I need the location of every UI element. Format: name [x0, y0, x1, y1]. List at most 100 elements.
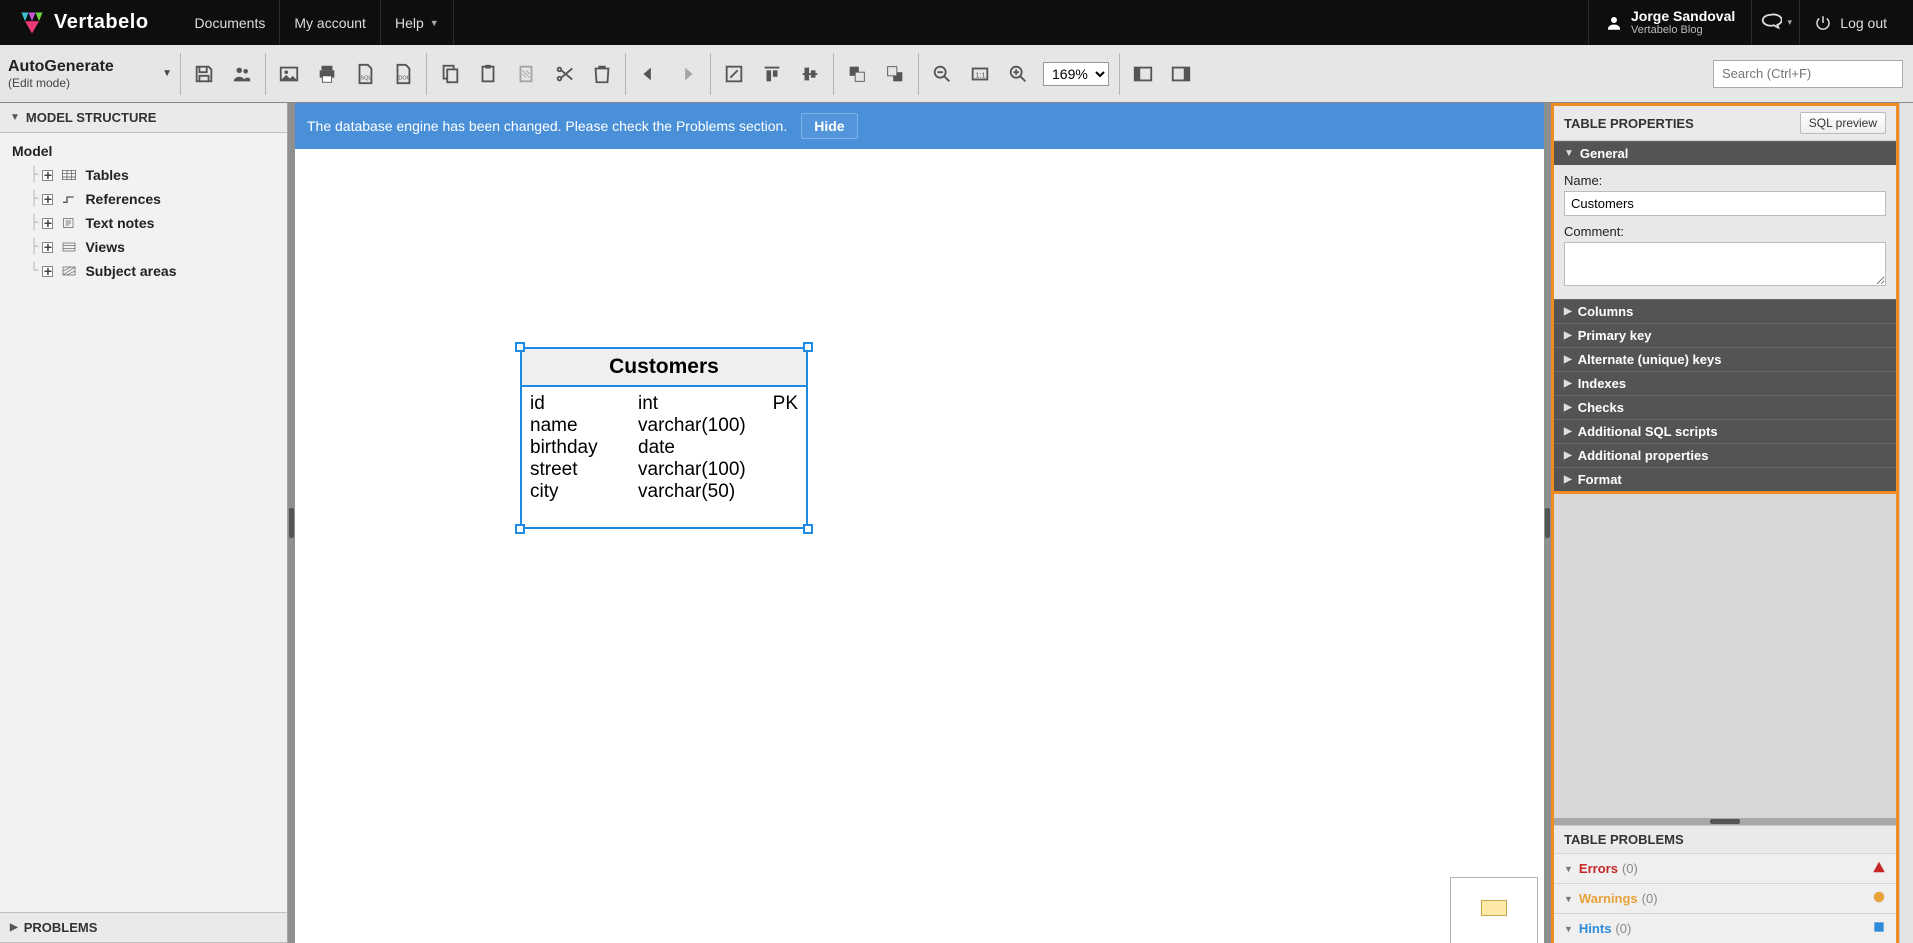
bring-front-icon — [846, 63, 868, 85]
tree-item-label: References — [85, 191, 161, 207]
resize-handle[interactable] — [515, 524, 525, 534]
right-panel-head: TABLE PROPERTIES SQL preview — [1554, 106, 1896, 141]
grip-icon — [1710, 819, 1740, 824]
paste-pattern-icon — [515, 63, 537, 85]
logo[interactable]: Vertabelo — [0, 0, 167, 45]
right-scrollbar[interactable] — [1899, 103, 1913, 943]
send-back-icon — [884, 63, 906, 85]
sql-preview-button[interactable]: SQL preview — [1800, 112, 1886, 134]
nav-help[interactable]: Help ▼ — [381, 0, 454, 45]
redo-button[interactable] — [670, 57, 704, 91]
zoom-out-button[interactable] — [925, 57, 959, 91]
section-additional-properties[interactable]: ▶Additional properties — [1554, 443, 1896, 467]
reference-icon — [61, 193, 77, 205]
user-name: Jorge Sandoval — [1631, 9, 1735, 24]
save-button[interactable] — [187, 57, 221, 91]
copy-button[interactable] — [433, 57, 467, 91]
export-sql-button[interactable]: SQL — [348, 57, 382, 91]
problems-warnings-row[interactable]: ▼Warnings(0) — [1554, 883, 1896, 913]
expand-icon[interactable]: + — [42, 170, 53, 181]
tree-item-textnotes[interactable]: ├+Text notes — [0, 211, 287, 235]
comment-input[interactable] — [1564, 242, 1886, 286]
problems-errors-row[interactable]: ▼Errors(0) — [1554, 853, 1896, 883]
image-icon — [278, 63, 300, 85]
resize-handle[interactable] — [803, 342, 813, 352]
section-format[interactable]: ▶Format — [1554, 467, 1896, 491]
align-top-button[interactable] — [755, 57, 789, 91]
section-sql-scripts[interactable]: ▶Additional SQL scripts — [1554, 419, 1896, 443]
zoom-in-button[interactable] — [1001, 57, 1035, 91]
print-icon — [316, 63, 338, 85]
section-columns[interactable]: ▶Columns — [1554, 299, 1896, 323]
chat-button[interactable]: ▾ — [1751, 0, 1799, 45]
section-indexes[interactable]: ▶Indexes — [1554, 371, 1896, 395]
section-general[interactable]: ▼General — [1554, 141, 1896, 165]
view-icon — [61, 241, 77, 253]
note-icon — [61, 217, 77, 229]
tree-item-references[interactable]: ├+References — [0, 187, 287, 211]
entity-customers[interactable]: Customers idintPK namevarchar(100) birth… — [520, 347, 808, 529]
share-button[interactable] — [225, 57, 259, 91]
chevron-down-icon: ▼ — [430, 18, 439, 28]
resize-handle[interactable] — [803, 524, 813, 534]
section-alternate-keys[interactable]: ▶Alternate (unique) keys — [1554, 347, 1896, 371]
expand-icon[interactable]: + — [42, 266, 53, 277]
left-splitter[interactable] — [288, 103, 295, 943]
toggle-left-panel-button[interactable] — [1126, 57, 1160, 91]
zoom-select[interactable]: 169% — [1043, 62, 1109, 86]
export-doc-button[interactable]: DOC — [386, 57, 420, 91]
notice-hide-button[interactable]: Hide — [801, 113, 857, 139]
tree-root[interactable]: Model — [0, 139, 287, 163]
right-panel-filler — [1554, 494, 1896, 818]
bring-front-button[interactable] — [840, 57, 874, 91]
send-back-button[interactable] — [878, 57, 912, 91]
paste-button[interactable] — [471, 57, 505, 91]
toolgroup-export: SQL DOC — [265, 53, 426, 95]
logo-text: Vertabelo — [54, 11, 149, 34]
user-menu[interactable]: Jorge Sandoval Vertabelo Blog — [1588, 0, 1751, 45]
search-input[interactable] — [1713, 60, 1903, 88]
section-checks[interactable]: ▶Checks — [1554, 395, 1896, 419]
expand-icon[interactable]: + — [42, 218, 53, 229]
chat-icon — [1760, 12, 1782, 34]
tree-item-views[interactable]: ├+Views — [0, 235, 287, 259]
minimap[interactable] — [1450, 877, 1538, 943]
properties-accordion: ▼General Name: Comment: ▶Columns ▶Primar… — [1554, 141, 1896, 494]
problems-splitter[interactable] — [1554, 818, 1896, 825]
right-splitter[interactable] — [1544, 103, 1551, 943]
save-icon — [193, 63, 215, 85]
tree-item-label: Tables — [85, 167, 128, 183]
align-middle-icon — [799, 63, 821, 85]
nav-my-account[interactable]: My account — [280, 0, 381, 45]
align-middle-button[interactable] — [793, 57, 827, 91]
tree-item-tables[interactable]: ├+Tables — [0, 163, 287, 187]
expand-icon[interactable]: + — [42, 194, 53, 205]
delete-button[interactable] — [585, 57, 619, 91]
resize-handle[interactable] — [515, 342, 525, 352]
edit-canvas-button[interactable] — [717, 57, 751, 91]
print-button[interactable] — [310, 57, 344, 91]
cut-button[interactable] — [547, 57, 581, 91]
column-row: idintPK — [530, 393, 798, 415]
paste-special-button[interactable] — [509, 57, 543, 91]
tree-item-subjectareas[interactable]: └+Subject areas — [0, 259, 287, 283]
entity-columns: idintPK namevarchar(100) birthdaydate st… — [522, 387, 806, 527]
problems-hints-row[interactable]: ▼Hints(0) — [1554, 913, 1896, 943]
arrow-left-icon — [638, 63, 660, 85]
canvas[interactable]: Customers idintPK namevarchar(100) birth… — [295, 149, 1544, 943]
model-structure-head[interactable]: ▼MODEL STRUCTURE — [0, 103, 287, 133]
undo-button[interactable] — [632, 57, 666, 91]
zoom-100-button[interactable]: 1:1 — [963, 57, 997, 91]
nav-documents[interactable]: Documents — [181, 0, 281, 45]
expand-icon[interactable]: + — [42, 242, 53, 253]
toggle-right-panel-button[interactable] — [1164, 57, 1198, 91]
logout-button[interactable]: Log out — [1799, 0, 1901, 45]
name-input[interactable] — [1564, 191, 1886, 216]
problems-panel-head[interactable]: ▶PROBLEMS — [0, 912, 287, 943]
document-switcher[interactable]: AutoGenerate (Edit mode) ▼ — [0, 54, 180, 94]
section-primary-key[interactable]: ▶Primary key — [1554, 323, 1896, 347]
export-image-button[interactable] — [272, 57, 306, 91]
nav-help-label: Help — [395, 15, 424, 31]
model-structure-title: MODEL STRUCTURE — [26, 110, 156, 125]
topnav: Documents My account Help ▼ — [181, 0, 454, 45]
